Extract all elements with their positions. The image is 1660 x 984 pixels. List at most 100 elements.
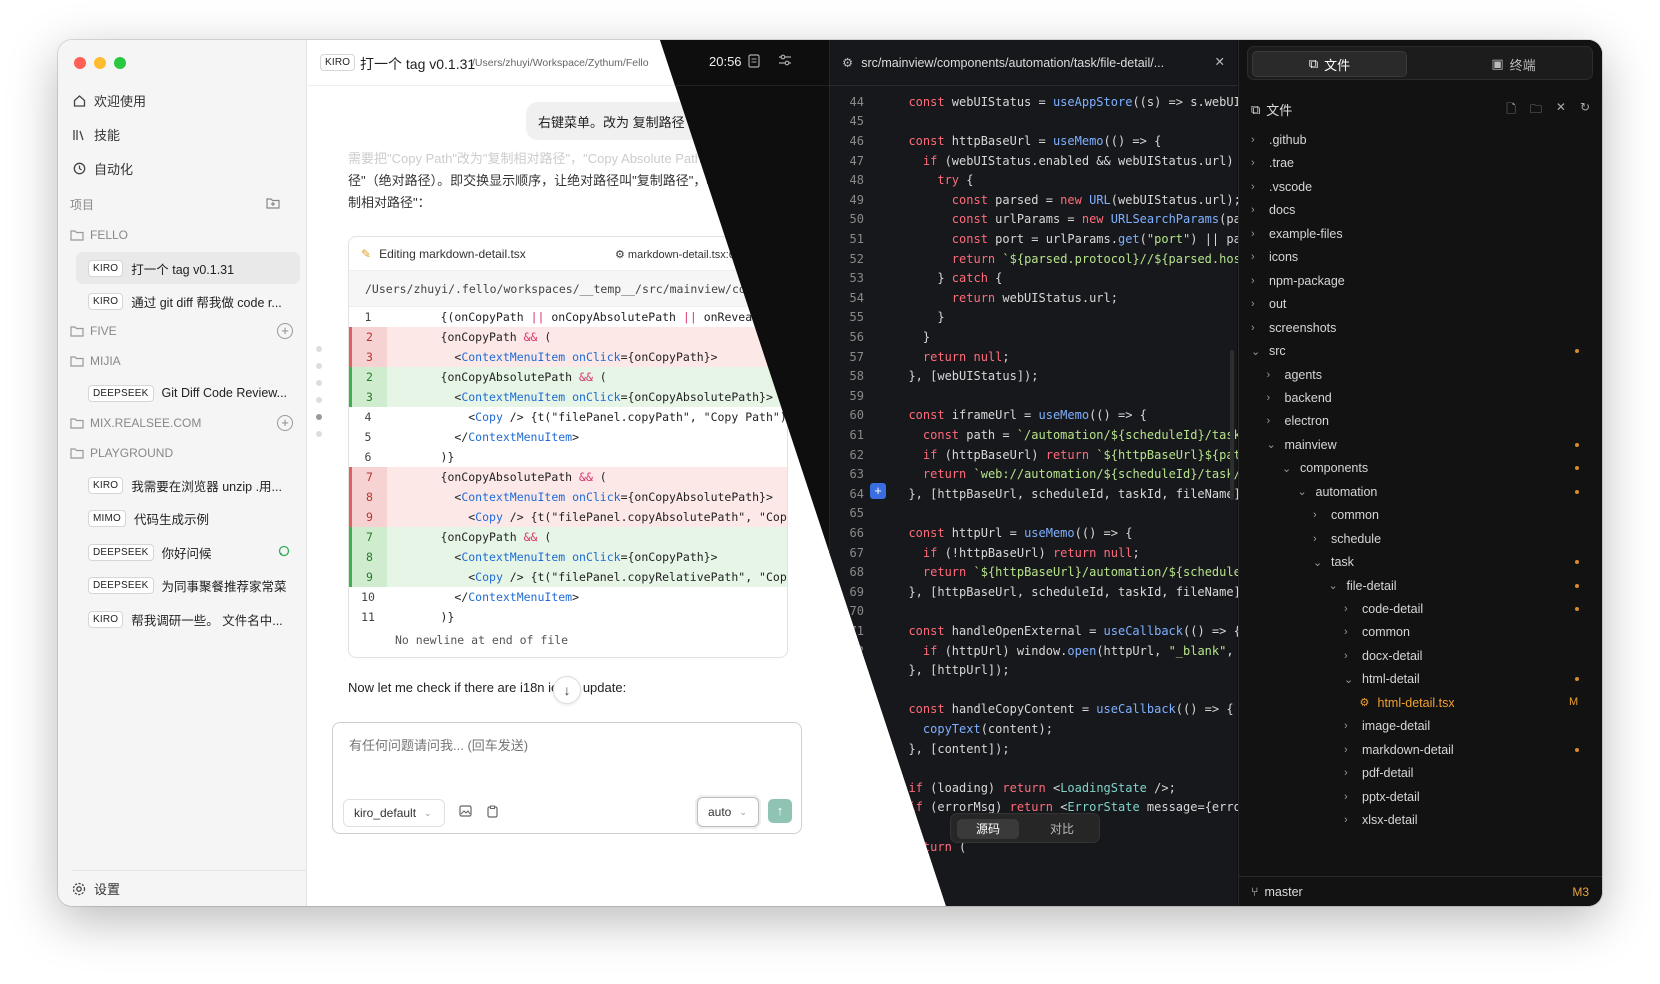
nav-dot[interactable] — [316, 380, 322, 386]
tab-terminal[interactable]: ▣ 终端 — [1436, 51, 1591, 77]
collapse-icon[interactable]: ✕ — [1556, 100, 1566, 121]
modified-badge: M — [1569, 695, 1579, 708]
compare-mode-button[interactable]: 对比 — [1031, 819, 1093, 839]
chat-item[interactable]: KIRO 我需要在浏览器 unzip .用... — [76, 469, 300, 501]
file-tree-folder[interactable]: › screenshots — [1251, 316, 1336, 340]
nav-dot[interactable] — [316, 431, 322, 437]
project-group[interactable]: MIX.REALSEE.COM — [70, 416, 201, 430]
modified-dot — [1575, 607, 1579, 611]
add-comment-button[interactable]: + — [870, 483, 886, 499]
chat-item-title: 我需要在浏览器 unzip .用... — [131, 479, 282, 494]
sidebar-nav-item[interactable]: 技能 — [72, 119, 120, 149]
file-tree-folder[interactable]: › .vscode — [1251, 175, 1312, 199]
diff-line-code: )} — [399, 450, 455, 464]
file-tree-folder[interactable]: ⌄ html-detail — [1344, 667, 1420, 691]
add-folder-icon[interactable] — [266, 196, 280, 210]
close-window-button[interactable] — [74, 57, 86, 69]
add-chat-button[interactable]: + — [277, 323, 293, 339]
agent-select-value: kiro_default — [354, 806, 417, 820]
chat-item[interactable]: MIMO 代码生成示例 — [76, 502, 300, 534]
chat-item[interactable]: KIRO 通过 git diff 帮我做 code r... — [76, 285, 300, 317]
new-file-icon[interactable]: 🗋 — [1506, 100, 1516, 121]
nav-dot[interactable] — [316, 414, 322, 420]
file-tree-folder[interactable]: › markdown-detail — [1344, 738, 1454, 762]
sliders-icon[interactable] — [778, 54, 792, 69]
file-tree-folder[interactable]: › common — [1344, 620, 1410, 644]
agent-select[interactable]: kiro_default ⌄ — [343, 799, 445, 827]
refresh-icon[interactable]: ↻ — [1580, 100, 1590, 121]
diff-line: 7 {onCopyAbsolutePath && ( — [349, 467, 787, 487]
file-tree-folder[interactable]: ⌄ automation — [1298, 480, 1378, 504]
source-mode-button[interactable]: 源码 — [957, 819, 1019, 839]
file-tree-folder[interactable]: › common — [1313, 503, 1379, 527]
file-tree-folder[interactable]: › example-files — [1251, 222, 1343, 246]
chat-item[interactable]: DEEPSEEK 你好问候 — [76, 536, 300, 568]
send-button[interactable]: ↑ — [768, 799, 792, 823]
scroll-down-button[interactable]: ↓ — [553, 676, 581, 704]
modified-dot — [1575, 349, 1579, 354]
project-group[interactable]: MIJIA — [70, 354, 121, 368]
nav-dot[interactable] — [316, 363, 322, 369]
mode-select[interactable]: auto ⌄ — [697, 797, 759, 827]
code-line-number: 75 — [849, 702, 864, 717]
model-badge: MIMO — [88, 509, 127, 527]
file-tree-folder[interactable]: › agents — [1267, 363, 1323, 387]
file-tree-folder[interactable]: ⌄ src — [1251, 339, 1286, 363]
maximize-window-button[interactable] — [114, 57, 126, 69]
file-tree-folder[interactable]: ⌄ file-detail — [1329, 574, 1397, 598]
file-reference[interactable]: ⚙ markdown-detail.tsx:61 — [615, 248, 741, 261]
close-icon[interactable]: ✕ — [1215, 54, 1225, 69]
branch-name[interactable]: master — [1265, 885, 1303, 899]
file-tree-folder[interactable]: › pptx-detail — [1344, 785, 1420, 809]
panel-toggle-icon[interactable] — [748, 54, 760, 71]
code-line-number: 66 — [849, 525, 864, 540]
nav-dot[interactable] — [316, 346, 322, 352]
code-line: 72 if (httpUrl) window.open(httpUrl, "_b… — [830, 641, 1238, 661]
file-tree-folder[interactable]: › .trae — [1251, 151, 1294, 175]
file-tree-folder[interactable]: › electron — [1267, 409, 1329, 433]
file-tree-file[interactable]: ⚙ html-detail.tsx — [1360, 691, 1455, 715]
file-tree-folder[interactable]: ⌄ components — [1282, 456, 1368, 480]
file-tree-folder[interactable]: › xlsx-detail — [1344, 808, 1418, 832]
chat-item[interactable]: DEEPSEEK Git Diff Code Review... — [76, 377, 300, 409]
sidebar-nav-item[interactable]: 自动化 — [72, 153, 133, 183]
chat-item[interactable]: KIRO 打一个 tag v0.1.31 — [76, 252, 300, 284]
file-tree-folder[interactable]: ⌄ task — [1313, 550, 1354, 574]
file-tree-folder[interactable]: › backend — [1267, 386, 1332, 410]
project-group[interactable]: FELLO — [70, 228, 128, 242]
tab-files[interactable]: ⧉ 文件 — [1252, 51, 1407, 77]
chat-item[interactable]: DEEPSEEK 为同事聚餐推荐家常菜 — [76, 569, 300, 601]
nav-dot[interactable] — [316, 397, 322, 403]
file-tree-folder[interactable]: ⌄ mainview — [1267, 433, 1337, 457]
settings-button[interactable]: 设置 — [72, 870, 306, 906]
file-tree-folder[interactable]: › code-detail — [1344, 597, 1423, 621]
file-tree-folder[interactable]: › .github — [1251, 128, 1307, 152]
file-tree-folder[interactable]: › docx-detail — [1344, 644, 1422, 668]
chevron-down-icon: ⌄ — [1328, 580, 1338, 593]
file-tree-item-name: code-detail — [1362, 602, 1424, 616]
chat-item[interactable]: KIRO 帮我调研一些。 文件名中... — [76, 603, 300, 635]
editor-scrollbar[interactable] — [1230, 350, 1234, 500]
clipboard-icon[interactable] — [487, 805, 498, 821]
project-group[interactable]: PLAYGROUND — [70, 446, 173, 460]
file-tree-folder[interactable]: › image-detail — [1344, 714, 1430, 738]
add-chat-button[interactable]: + — [277, 415, 293, 431]
code-line-number: 78 — [849, 761, 864, 776]
code-line: 48 try { — [830, 170, 1238, 190]
chat-input[interactable] — [349, 738, 769, 753]
file-tree-folder[interactable]: › pdf-detail — [1344, 761, 1413, 785]
project-group[interactable]: FIVE — [70, 324, 117, 338]
file-tree-folder[interactable]: › icons — [1251, 245, 1298, 269]
file-tree-item-name: image-detail — [1362, 719, 1431, 734]
sidebar-nav-item[interactable]: 欢迎使用 — [72, 85, 146, 115]
editor-tab[interactable]: ⚙ src/mainview/components/automation/tas… — [830, 40, 1237, 86]
file-tree-folder[interactable]: › npm-package — [1251, 269, 1345, 293]
file-tree-folder[interactable]: › schedule — [1313, 527, 1381, 551]
minimize-window-button[interactable] — [94, 57, 106, 69]
file-tree-item-name: automation — [1315, 484, 1378, 499]
file-tree-folder[interactable]: › out — [1251, 292, 1286, 316]
code-line: 62 if (httpBaseUrl) return `${httpBaseUr… — [830, 445, 1241, 465]
new-folder-icon[interactable]: 🗀 — [1530, 100, 1542, 121]
file-tree-folder[interactable]: › docs — [1251, 198, 1295, 222]
image-icon[interactable] — [459, 805, 472, 820]
